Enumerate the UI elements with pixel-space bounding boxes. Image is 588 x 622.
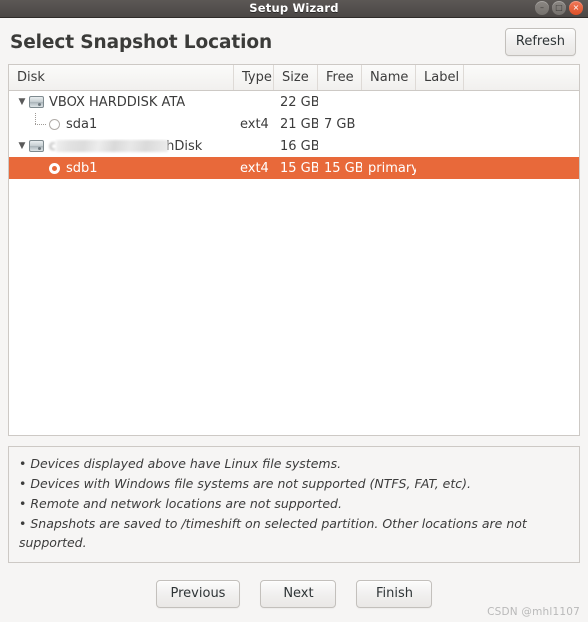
maximize-icon: □ xyxy=(555,3,563,12)
cell-free: 15 GB xyxy=(324,160,362,176)
note-line: • Devices displayed above have Linux fil… xyxy=(19,456,342,472)
previous-button[interactable]: Previous xyxy=(155,580,241,609)
minimize-icon: – xyxy=(540,3,544,12)
column-header-type[interactable]: Type xyxy=(234,65,274,91)
cell-free: 7 GB xyxy=(324,116,356,132)
cell-size: 22 GB xyxy=(280,94,318,110)
partition-name: sdb1 xyxy=(66,160,98,176)
finish-button[interactable]: Finish xyxy=(356,580,433,609)
column-header-label[interactable]: Label xyxy=(416,65,464,91)
close-button[interactable]: × xyxy=(569,1,583,15)
column-header-size[interactable]: Size xyxy=(274,65,318,91)
cell-size: 21 GB xyxy=(280,116,318,132)
disk-name-redacted: c hDisk xyxy=(49,139,202,154)
cell-disk: \u25bc sda1 xyxy=(9,113,234,135)
column-header-filler xyxy=(464,65,579,90)
table-row[interactable]: \u25bc sda1 ext4 21 GB 7 GB xyxy=(9,113,579,135)
disk-list[interactable]: Disk Type Size Free Name Label ▼ VBOX HA… xyxy=(8,64,580,437)
column-header-free[interactable]: Free xyxy=(318,65,362,91)
note-line: • Snapshots are saved to /timeshift on s… xyxy=(19,515,527,551)
hard-disk-icon xyxy=(29,96,44,109)
cell-disk: \u25bc sdb1 xyxy=(9,157,234,179)
minimize-button[interactable]: – xyxy=(535,1,549,15)
close-icon: × xyxy=(572,3,580,12)
note-line: • Devices with Windows file systems are … xyxy=(19,476,471,492)
redacted-prefix-char: c xyxy=(49,138,57,154)
wizard-footer: Previous Next Finish xyxy=(0,580,588,609)
chevron-down-icon[interactable]: ▼ xyxy=(15,141,29,151)
next-button[interactable]: Next xyxy=(260,580,337,609)
window-titlebar: Setup Wizard – □ × xyxy=(0,0,588,18)
table-row-selected[interactable]: \u25bc sdb1 ext4 15 GB 15 GB primary xyxy=(9,157,579,180)
table-row[interactable]: ▼ c hDisk 16 GB xyxy=(9,135,579,157)
cell-size: 15 GB xyxy=(280,160,318,176)
column-header-disk[interactable]: Disk xyxy=(9,65,234,91)
tree-indent-spacer: \u25bc xyxy=(15,163,29,173)
table-header-row: Disk Type Size Free Name Label xyxy=(9,65,579,92)
disk-name: hDisk xyxy=(166,138,203,154)
tree-indent-spacer: \u25bc xyxy=(15,119,29,129)
cell-name: primary xyxy=(368,160,416,176)
cell-disk: ▼ c hDisk xyxy=(9,139,234,154)
disk-name: VBOX HARDDISK ATA xyxy=(49,94,186,110)
refresh-button[interactable]: Refresh xyxy=(504,28,576,57)
partition-name: sda1 xyxy=(66,116,98,132)
radio-unselected-icon[interactable] xyxy=(49,118,60,130)
window-title: Setup Wizard xyxy=(249,0,339,15)
radio-selected-icon[interactable] xyxy=(49,162,60,174)
notes-panel: • Devices displayed above have Linux fil… xyxy=(8,446,580,564)
cell-size: 16 GB xyxy=(280,138,318,154)
watermark: CSDN @mhl1107 xyxy=(487,606,580,618)
cell-type: ext4 xyxy=(240,116,269,132)
cell-type: ext4 xyxy=(240,160,269,176)
tree-guide-line-icon xyxy=(29,113,49,135)
cell-disk: ▼ VBOX HARDDISK ATA xyxy=(9,95,234,110)
page-title: Select Snapshot Location xyxy=(10,31,273,53)
note-line: • Remote and network locations are not s… xyxy=(19,495,342,511)
column-header-name[interactable]: Name xyxy=(362,65,416,91)
window-controls: – □ × xyxy=(535,1,583,15)
page-header: Select Snapshot Location Refresh xyxy=(0,18,588,64)
hard-disk-icon xyxy=(29,140,44,153)
redaction-block xyxy=(56,140,169,153)
chevron-down-icon[interactable]: ▼ xyxy=(15,97,29,107)
maximize-button[interactable]: □ xyxy=(552,1,566,15)
table-row[interactable]: ▼ VBOX HARDDISK ATA 22 GB xyxy=(9,91,579,113)
